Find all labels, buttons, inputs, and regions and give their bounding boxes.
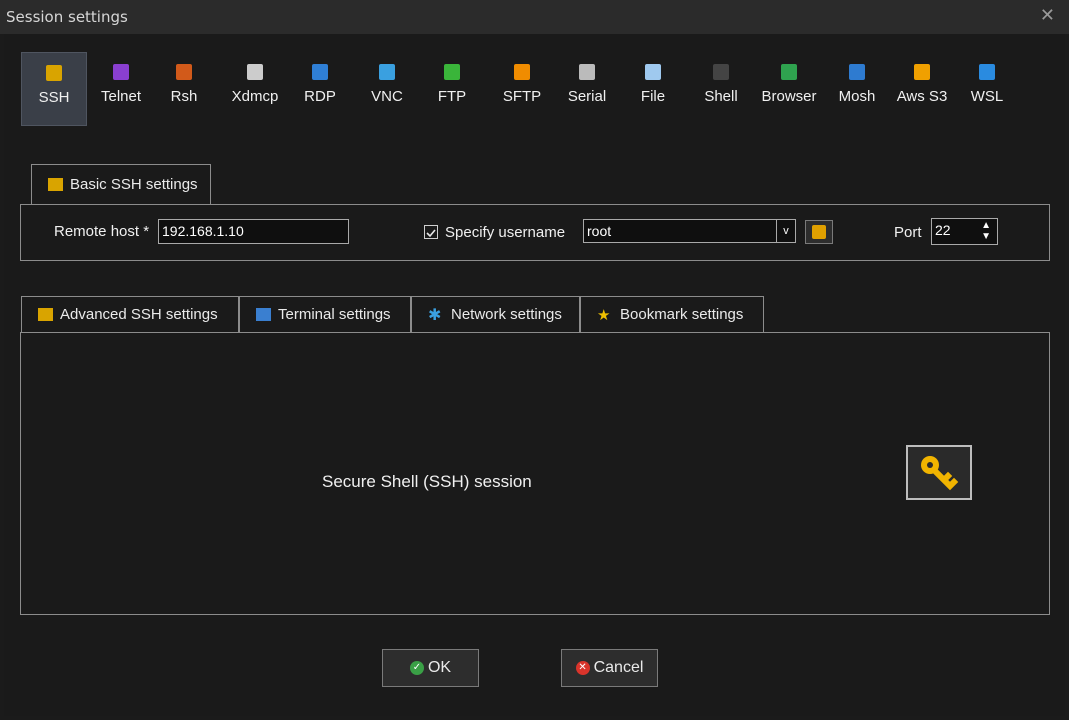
protocol-file[interactable]: File	[629, 52, 677, 126]
terminal-icon	[713, 64, 729, 80]
sftp-icon	[514, 64, 530, 80]
x-icon	[247, 64, 263, 80]
aws-icon	[914, 64, 930, 80]
protocol-mosh[interactable]: Mosh	[831, 52, 883, 126]
browser-globe-icon	[781, 64, 797, 80]
tab-label: Network settings	[451, 306, 562, 323]
protocol-label: VNC	[371, 88, 403, 105]
protocol-rdp[interactable]: RDP	[298, 52, 342, 126]
check-circle-icon: ✓	[409, 661, 424, 675]
protocol-label: Shell	[704, 88, 738, 105]
tab-label: Basic SSH settings	[70, 176, 198, 193]
plug-icon	[579, 64, 595, 80]
specify-username-checkbox[interactable]	[424, 225, 438, 239]
protocol-shell[interactable]: Shell	[694, 52, 748, 126]
username-dropdown[interactable]: root v	[583, 219, 796, 243]
protocol-sftp[interactable]: SFTP	[496, 52, 548, 126]
protocol-label: Serial	[567, 88, 607, 105]
tab-basic-ssh-settings[interactable]: Basic SSH settings	[31, 164, 211, 204]
protocol-browser[interactable]: Browser	[756, 52, 822, 126]
user-picker-button[interactable]	[805, 220, 833, 244]
port-spinner[interactable]: 22 ▲ ▼	[931, 218, 998, 245]
protocol-label: Aws S3	[896, 88, 948, 105]
protocol-label: Browser	[761, 88, 817, 105]
key-icon	[921, 456, 959, 491]
title-bar: Session settings ✕	[0, 0, 1069, 34]
chevron-down-icon[interactable]: v	[776, 220, 795, 242]
tab-network-settings[interactable]: ✱ Network settings	[411, 296, 580, 332]
vnc-icon	[379, 64, 395, 80]
protocol-label: FTP	[437, 88, 467, 105]
rsh-icon	[176, 64, 192, 80]
tab-label: Bookmark settings	[620, 306, 744, 323]
star-icon: ★	[597, 306, 611, 324]
protocol-label: Xdmcp	[231, 88, 279, 105]
file-icon	[645, 64, 661, 80]
protocol-serial[interactable]: Serial	[561, 52, 613, 126]
satellite-icon	[849, 64, 865, 80]
spinner-arrows-icon[interactable]: ▲ ▼	[981, 220, 991, 242]
cancel-circle-icon: ✕	[575, 661, 590, 675]
tab-advanced-ssh-settings[interactable]: Advanced SSH settings	[21, 296, 239, 332]
ssh-key-illustration	[906, 445, 972, 500]
ok-label: OK	[427, 659, 452, 676]
key-icon	[48, 178, 63, 191]
cancel-button[interactable]: ✕ Cancel	[561, 649, 658, 687]
protocol-label: WSL	[970, 88, 1004, 105]
port-value: 22	[935, 222, 951, 238]
protocol-aws-s3[interactable]: Aws S3	[890, 52, 954, 126]
user-icon	[812, 225, 826, 239]
port-label: Port	[894, 224, 922, 241]
protocol-xdmcp[interactable]: Xdmcp	[226, 52, 284, 126]
protocol-rsh[interactable]: Rsh	[164, 52, 204, 126]
rdp-icon	[312, 64, 328, 80]
tab-label: Advanced SSH settings	[60, 306, 218, 323]
window-title: Session settings	[6, 8, 128, 26]
protocol-wsl[interactable]: WSL	[964, 52, 1010, 126]
specify-username-label: Specify username	[445, 224, 566, 241]
cancel-label: Cancel	[593, 659, 644, 676]
protocol-label: Mosh	[838, 88, 876, 105]
ok-button[interactable]: ✓ OK	[382, 649, 479, 687]
protocol-label: RDP	[304, 88, 336, 105]
windows-icon	[979, 64, 995, 80]
protocol-label: SSH	[38, 89, 70, 106]
tab-bookmark-settings[interactable]: ★ Bookmark settings	[580, 296, 764, 332]
telnet-icon	[113, 64, 129, 80]
protocol-label: Rsh	[170, 88, 198, 105]
tab-terminal-settings[interactable]: Terminal settings	[239, 296, 411, 332]
tab-label: Terminal settings	[278, 306, 391, 323]
remote-host-label: Remote host *	[54, 223, 150, 240]
session-description: Secure Shell (SSH) session	[322, 472, 532, 491]
check-icon	[426, 229, 436, 238]
protocol-vnc[interactable]: VNC	[364, 52, 410, 126]
remote-host-input[interactable]: 192.168.1.10	[158, 219, 349, 244]
protocol-label: Telnet	[100, 88, 142, 105]
key-icon	[38, 308, 53, 321]
protocol-ftp[interactable]: FTP	[432, 52, 472, 126]
key-icon	[46, 65, 62, 81]
close-icon[interactable]: ✕	[1040, 5, 1055, 26]
globe-icon	[444, 64, 460, 80]
network-icon: ✱	[428, 306, 442, 324]
settings-content-panel	[20, 332, 1050, 615]
protocol-label: File	[640, 88, 666, 105]
protocol-telnet[interactable]: Telnet	[98, 52, 144, 126]
terminal-icon	[256, 308, 271, 321]
protocol-ssh[interactable]: SSH	[21, 52, 87, 126]
protocol-label: SFTP	[502, 88, 542, 105]
username-value: root	[587, 223, 612, 239]
